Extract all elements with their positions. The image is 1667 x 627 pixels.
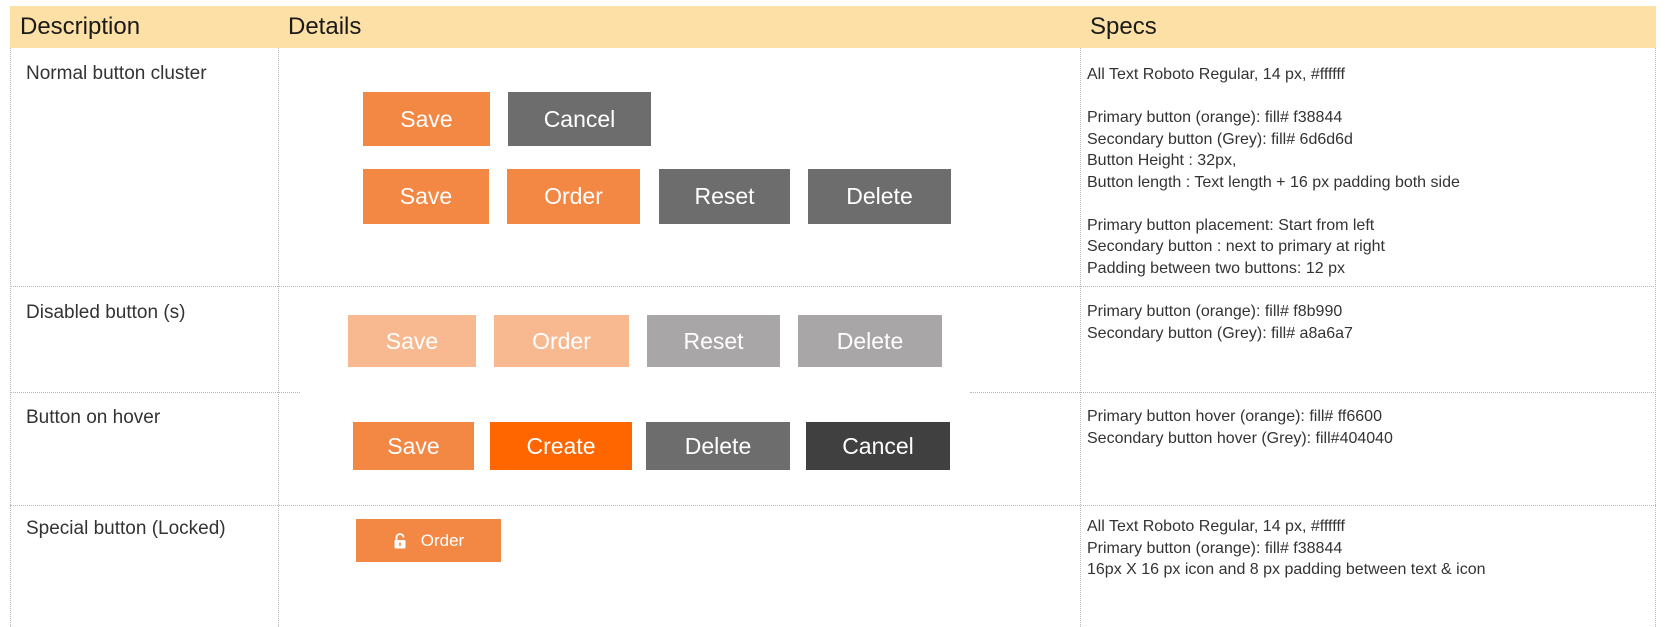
header-description-label: Description bbox=[20, 13, 141, 40]
row-divider bbox=[10, 286, 1656, 287]
delete-button[interactable]: Delete bbox=[646, 422, 790, 470]
row-divider bbox=[10, 505, 1656, 506]
save-button-disabled: Save bbox=[348, 315, 476, 367]
header-description: Description bbox=[10, 6, 278, 48]
locked-order-button[interactable]: Order bbox=[356, 519, 501, 562]
row-specs: Primary button hover (orange): fill# ff6… bbox=[1087, 408, 1393, 447]
save-button[interactable]: Save bbox=[353, 422, 474, 470]
header-details: Details bbox=[278, 6, 1080, 48]
header-specs: Specs bbox=[1080, 6, 1656, 48]
create-button-hover[interactable]: Create bbox=[490, 422, 632, 470]
header-details-label: Details bbox=[288, 13, 362, 40]
column-divider bbox=[278, 48, 279, 627]
row-description: Special button (Locked) bbox=[26, 518, 226, 539]
cancel-button-hover[interactable]: Cancel bbox=[806, 422, 950, 470]
order-button[interactable]: Order bbox=[507, 169, 640, 224]
delete-button[interactable]: Delete bbox=[808, 169, 951, 224]
lock-icon bbox=[394, 532, 406, 548]
row-description: Disabled button (s) bbox=[26, 302, 186, 323]
cancel-button[interactable]: Cancel bbox=[508, 92, 651, 146]
row-description: Normal button cluster bbox=[26, 63, 207, 84]
column-divider bbox=[10, 48, 11, 627]
row-divider bbox=[10, 392, 300, 393]
locked-order-label: Order bbox=[420, 530, 465, 550]
row-specs: All Text Roboto Regular, 14 px, #ffffff … bbox=[1087, 518, 1486, 578]
row-description: Button on hover bbox=[26, 407, 161, 428]
reset-button-disabled: Reset bbox=[647, 315, 780, 367]
column-divider bbox=[1655, 48, 1656, 627]
save-button[interactable]: Save bbox=[363, 92, 490, 146]
order-button-disabled: Order bbox=[494, 315, 629, 367]
header-specs-label: Specs bbox=[1090, 13, 1157, 40]
reset-button[interactable]: Reset bbox=[659, 169, 790, 224]
row-specs: All Text Roboto Regular, 14 px, #ffffff … bbox=[1087, 66, 1460, 277]
save-button[interactable]: Save bbox=[363, 169, 489, 224]
delete-button-disabled: Delete bbox=[798, 315, 942, 367]
column-divider bbox=[1080, 48, 1081, 627]
row-specs: Primary button (orange): fill# f8b990 Se… bbox=[1087, 303, 1353, 342]
row-divider bbox=[970, 392, 1656, 393]
